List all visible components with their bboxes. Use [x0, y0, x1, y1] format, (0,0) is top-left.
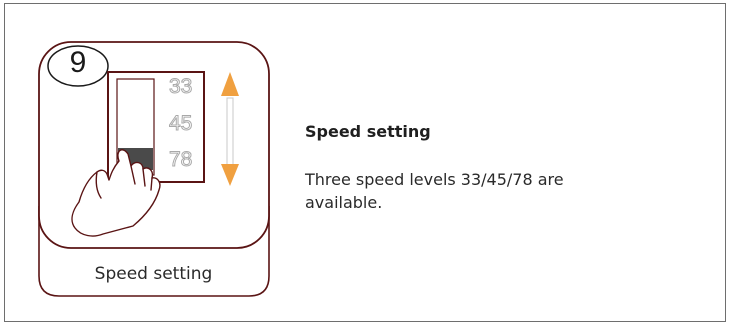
illustration-caption: Speed setting: [94, 264, 213, 284]
content-frame: 9 33 45 78 Speed setting Speed setting T…: [4, 3, 726, 322]
speed-label-33: 33: [169, 75, 193, 98]
section-description: Three speed levels 33/45/78 are availabl…: [305, 170, 564, 212]
description-block: Speed setting Three speed levels 33/45/7…: [305, 122, 695, 214]
speed-label-45: 45: [169, 112, 193, 135]
section-title: Speed setting: [305, 122, 431, 141]
speed-label-78: 78: [169, 148, 193, 171]
arrow-shaft: [226, 97, 234, 167]
speed-setting-illustration: 9 33 45 78 Speed setting: [35, 38, 272, 300]
step-number: 9: [69, 46, 87, 79]
